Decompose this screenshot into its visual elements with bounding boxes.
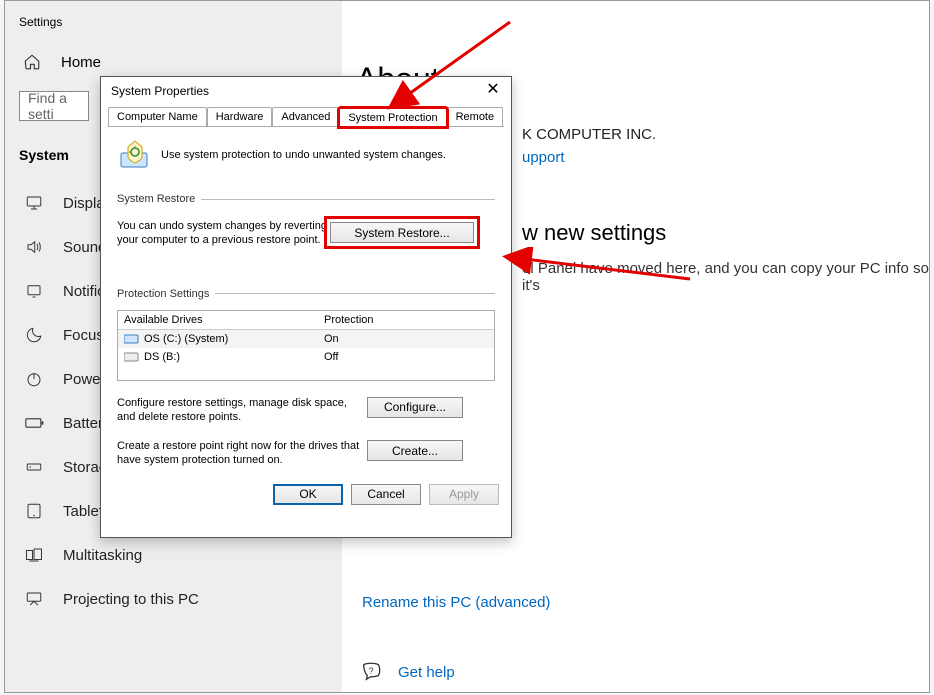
notify-icon [25,281,45,301]
home-label: Home [61,54,101,71]
drives-header-protection: Protection [324,314,488,326]
sidebar-item-label: Tablet [63,503,103,520]
get-help-link[interactable]: Get help [398,664,455,681]
power-icon [25,369,45,389]
dialog-buttons: OK Cancel Apply [101,476,511,515]
protection-hint: Use system protection to undo unwanted s… [161,149,446,161]
create-description: Create a restore point right now for the… [117,440,367,468]
shield-icon [117,137,153,173]
drive-name: DS (B:) [144,351,180,363]
configure-button[interactable]: Configure... [367,397,463,418]
section-text: ol Panel have moved here, and you can co… [522,260,929,294]
drive-protection: Off [324,351,488,363]
protection-settings-group: Protection Settings [117,288,209,300]
svg-text:?: ? [368,666,373,676]
device-name: K COMPUTER INC. [522,126,929,143]
home-icon [23,53,41,71]
create-button[interactable]: Create... [367,440,463,461]
storage-icon [25,457,45,477]
drives-table: Available Drives Protection OS (C:) (Sys… [117,310,495,381]
rename-pc-link[interactable]: Rename this PC (advanced) [352,594,929,611]
tab-hardware[interactable]: Hardware [207,107,273,126]
tab-system-protection[interactable]: System Protection [339,108,446,127]
drive-name: OS (C:) (System) [144,333,228,345]
tab-advanced[interactable]: Advanced [272,107,339,126]
restore-button-highlight: System Restore... [327,219,477,246]
drive-row[interactable]: DS (B:) Off [118,348,494,366]
ok-button[interactable]: OK [273,484,343,505]
system-restore-button[interactable]: System Restore... [330,222,474,243]
drives-header-drive: Available Drives [124,314,324,326]
sidebar-item-label: Projecting to this PC [63,591,199,608]
search-input[interactable]: Find a setti [19,91,89,121]
battery-icon [25,413,45,433]
help-icon: ? [360,661,382,683]
restore-description: You can undo system changes by reverting… [117,219,327,248]
dialog-body: Use system protection to undo unwanted s… [101,127,511,476]
search-placeholder: Find a setti [28,91,80,121]
tab-remote[interactable]: Remote [447,107,504,126]
apply-button[interactable]: Apply [429,484,499,505]
tablet-icon [25,501,45,521]
drive-protection: On [324,333,488,345]
configure-description: Configure restore settings, manage disk … [117,397,367,425]
settings-title: Settings [5,7,342,47]
sidebar-item-label: Multitasking [63,547,142,564]
sound-icon [25,237,45,257]
close-icon[interactable]: ✕ [485,83,501,99]
drive-icon [124,351,140,363]
sidebar-item-projecting[interactable]: Projecting to this PC [5,577,342,621]
drive-row[interactable]: OS (C:) (System) On [118,330,494,348]
sidebar-item-multitasking[interactable]: Multitasking [5,533,342,577]
drive-icon [124,333,140,345]
focus-icon [25,325,45,345]
cancel-button[interactable]: Cancel [351,484,421,505]
tab-strip: Computer Name Hardware Advanced System P… [108,107,504,127]
system-properties-dialog: System Properties ✕ Computer Name Hardwa… [100,76,512,538]
project-icon [25,589,45,609]
dialog-title: System Properties [111,84,209,98]
multitask-icon [25,545,45,565]
section-heading: w new settings [522,220,929,246]
system-restore-group: System Restore [117,193,195,205]
display-icon [25,193,45,213]
dialog-titlebar: System Properties ✕ [101,77,511,107]
support-link[interactable]: upport [522,149,929,166]
tab-computer-name[interactable]: Computer Name [108,107,207,126]
get-help-row[interactable]: ? Get help [352,661,929,683]
